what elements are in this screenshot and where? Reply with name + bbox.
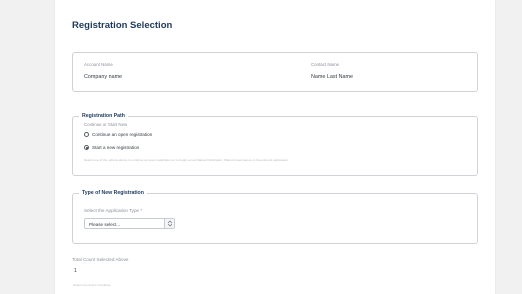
total-count-value: 1 <box>74 268 77 274</box>
total-count-helper-text: Select one and or Continue <box>73 283 111 287</box>
page-title: Registration Selection <box>72 20 173 31</box>
radio-label: Continue an open registration <box>92 132 153 137</box>
application-type-label: Select the Application Type * <box>84 208 143 213</box>
radio-button-selected[interactable] <box>84 145 89 150</box>
radio-continue-open-registration[interactable]: Continue an open registration <box>84 132 152 137</box>
registration-page: Registration Selection Account Name Comp… <box>55 0 495 294</box>
radio-label: Start a new registration <box>92 145 140 150</box>
radio-start-new-registration[interactable]: Start a new registration <box>84 145 139 150</box>
registration-path-question: Continue or Start New <box>84 122 128 127</box>
application-type-select[interactable]: Please select... <box>84 218 175 229</box>
account-name-label: Account Name <box>84 62 113 67</box>
select-dropdown-button[interactable] <box>164 219 174 228</box>
application-type-select-value: Please select... <box>89 221 121 227</box>
contact-name-value: Name Last Name <box>311 74 353 80</box>
account-name-value: Company name <box>84 74 123 80</box>
registration-path-legend: Registration Path <box>79 112 128 121</box>
updown-chevron-icon <box>167 220 172 227</box>
registration-path-helper-text: Select one of the options above to conti… <box>84 158 289 162</box>
total-count-label: Total Count Selected Above <box>72 257 129 262</box>
contact-name-label: Contact Name <box>311 62 340 67</box>
account-info-panel: Account Name Company name Contact Name N… <box>72 52 478 92</box>
type-of-new-registration-fieldset: Type of New Registration Select the Appl… <box>72 189 478 244</box>
type-of-new-registration-legend: Type of New Registration <box>79 189 147 198</box>
registration-path-fieldset: Registration Path Continue or Start New … <box>72 112 478 176</box>
radio-button[interactable] <box>84 132 89 137</box>
